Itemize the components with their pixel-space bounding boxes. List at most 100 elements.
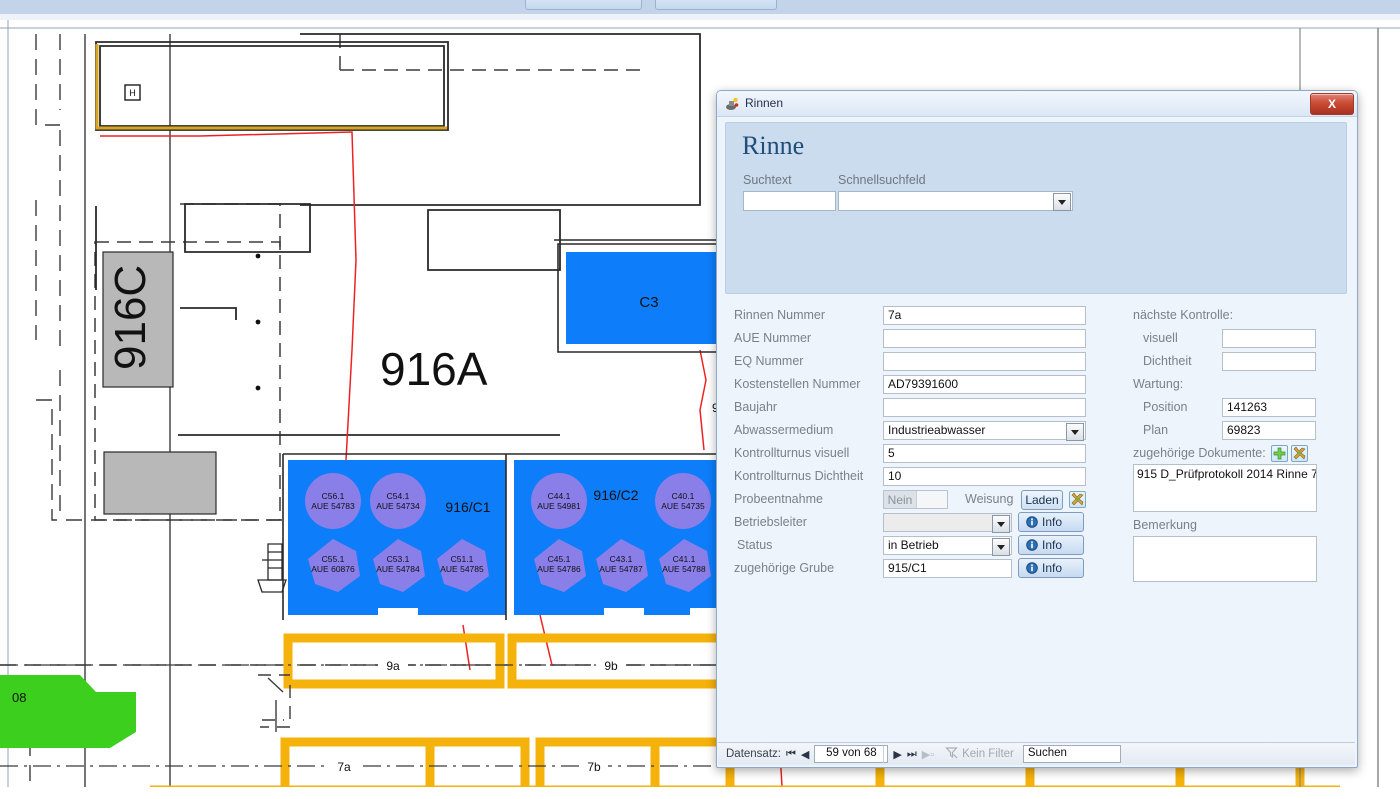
svg-text:C45.1: C45.1 <box>548 554 571 564</box>
laden-button[interactable]: Laden <box>1021 490 1063 510</box>
svg-text:AUE 54783: AUE 54783 <box>311 501 355 511</box>
field-position[interactable]: 141263 <box>1222 398 1316 417</box>
new-record-button[interactable]: ▶▫ <box>922 748 934 761</box>
naechste-kontrolle-label: nächste Kontrolle: <box>1133 308 1234 322</box>
rinnen-dialog-window[interactable]: Rinnen X Rinne Suchtext Schnellsuchfeld … <box>716 90 1358 768</box>
field-label-kontrollturnus-visuell: Kontrollturnus visuell <box>734 446 850 460</box>
info-label: Info <box>1042 515 1063 529</box>
svg-text:AUE 60876: AUE 60876 <box>311 564 355 574</box>
last-record-button[interactable]: ⏭ <box>907 748 917 761</box>
svg-text:AUE 54981: AUE 54981 <box>537 501 581 511</box>
field-eq-nummer[interactable] <box>883 352 1086 371</box>
remove-document-icon[interactable] <box>1291 445 1308 462</box>
field-kontrollturnus-visuell[interactable]: 5 <box>883 444 1086 463</box>
svg-text:C41.1: C41.1 <box>673 554 696 564</box>
svg-text:AUE 54788: AUE 54788 <box>662 564 706 574</box>
map-block-gray <box>103 451 217 515</box>
filter-label: Kein Filter <box>962 748 1014 760</box>
field-label-eq-nummer: EQ Nummer <box>734 354 804 368</box>
record-navigator[interactable]: Datensatz: ⏮ ◀ 59 von 68 ▶ ⏭ ▶▫ Kein Fil… <box>718 742 1355 765</box>
field-abwassermedium-combobox[interactable]: Industrieabwasser <box>883 421 1086 441</box>
ribbon-button-2[interactable] <box>655 0 777 10</box>
probeentnahme-state: Nein <box>884 491 917 508</box>
field-label-plan: Plan <box>1143 423 1169 437</box>
bemerkung-label: Bemerkung <box>1133 518 1197 532</box>
map-green-area <box>0 675 136 748</box>
info-icon <box>1026 516 1038 528</box>
chevron-down-icon[interactable] <box>992 515 1010 533</box>
field-label-kontrollturnus-dichtheit: Kontrollturnus Dichtheit <box>734 469 864 483</box>
wartung-label: Wartung: <box>1133 377 1184 391</box>
field-label-dichtheit: Dichtheit <box>1143 354 1192 368</box>
field-visuell[interactable] <box>1222 329 1316 348</box>
svg-text:C44.1: C44.1 <box>548 491 571 501</box>
suchtext-input[interactable] <box>743 191 836 211</box>
documents-list[interactable]: 915 D_Prüfprotokoll 2014 Rinne 7 <box>1133 464 1317 512</box>
schnellsuchfeld-combobox[interactable] <box>838 191 1073 211</box>
map-label-916c1: 916/C1 <box>445 499 490 515</box>
field-probeentnahme-toggle[interactable]: Nein <box>883 490 948 509</box>
application-ribbon-strip <box>0 0 1400 20</box>
field-kontrollturnus-dichtheit[interactable]: 10 <box>883 467 1086 486</box>
svg-text:C54.1: C54.1 <box>387 491 410 501</box>
field-label-abwassermedium: Abwassermedium <box>734 423 834 437</box>
chevron-down-icon[interactable] <box>1053 193 1071 211</box>
field-plan[interactable]: 69823 <box>1222 421 1316 440</box>
map-label-7a: 7a <box>337 760 351 774</box>
field-aue-nummer[interactable] <box>883 329 1086 348</box>
field-label-kostenstellen-nummer: Kostenstellen Nummer <box>734 377 861 391</box>
svg-text:C43.1: C43.1 <box>610 554 633 564</box>
info-button-status[interactable]: Info <box>1018 535 1084 555</box>
filter-status[interactable]: Kein Filter <box>945 746 1014 762</box>
field-dichtheit[interactable] <box>1222 352 1316 371</box>
list-item[interactable]: 915 D_Prüfprotokoll 2014 Rinne 7 <box>1134 465 1316 483</box>
filter-icon <box>945 746 958 762</box>
bemerkung-textarea[interactable] <box>1133 536 1317 582</box>
info-button-grube[interactable]: Info <box>1018 558 1084 578</box>
previous-record-button[interactable]: ◀ <box>801 748 809 761</box>
field-kostenstellen-nummer[interactable]: AD79391600 <box>883 375 1086 394</box>
svg-text:C53.1: C53.1 <box>387 554 410 564</box>
field-label-baujahr: Baujahr <box>734 400 778 414</box>
info-label: Info <box>1042 561 1063 575</box>
field-label-aue-nummer: AUE Nummer <box>734 331 812 345</box>
svg-text:C40.1: C40.1 <box>672 491 695 501</box>
map-label-916a: 916A <box>380 343 488 395</box>
map-label-9b: 9b <box>604 659 618 673</box>
info-icon <box>1026 539 1038 551</box>
svg-text:C56.1: C56.1 <box>322 491 345 501</box>
first-record-button[interactable]: ⏮ <box>786 748 796 761</box>
svg-text:C51.1: C51.1 <box>451 554 474 564</box>
field-label-zugehoerige-grube: zugehörige Grube <box>734 561 835 575</box>
field-betriebsleiter-combobox[interactable] <box>883 513 1012 533</box>
field-zugehoerige-grube[interactable]: 915/C1 <box>883 559 1012 578</box>
rinne-form: Rinnen Nummer AUE Nummer EQ Nummer Koste… <box>725 296 1345 594</box>
suchtext-label: Suchtext <box>743 173 792 187</box>
info-icon <box>1026 562 1038 574</box>
add-document-icon[interactable] <box>1271 445 1288 462</box>
svg-text:AUE 54784: AUE 54784 <box>376 564 420 574</box>
record-label: Datensatz: <box>726 748 781 760</box>
dialog-title: Rinnen <box>745 96 784 110</box>
ribbon-button-1[interactable] <box>525 0 642 10</box>
svg-text:AUE 54735: AUE 54735 <box>661 501 705 511</box>
navigator-divider <box>883 746 884 763</box>
chevron-down-icon[interactable] <box>1066 423 1084 441</box>
dialog-titlebar[interactable]: Rinnen X <box>717 91 1357 117</box>
svg-text:AUE 54734: AUE 54734 <box>376 501 420 511</box>
info-button-betriebsleiter[interactable]: Info <box>1018 512 1084 532</box>
svg-text:AUE 54787: AUE 54787 <box>599 564 643 574</box>
next-record-button[interactable]: ▶ <box>893 748 901 761</box>
field-status-combobox[interactable]: in Betrieb <box>883 536 1012 556</box>
map-label-c3: C3 <box>639 294 658 311</box>
search-input[interactable]: Suchen <box>1022 745 1121 763</box>
record-position[interactable]: 59 von 68 <box>814 745 889 763</box>
field-label-visuell: visuell <box>1143 331 1178 345</box>
field-baujahr[interactable] <box>883 398 1086 417</box>
page-title: Rinne <box>742 131 805 160</box>
close-button[interactable]: X <box>1310 93 1354 115</box>
delete-weisung-icon[interactable] <box>1069 491 1086 508</box>
chevron-down-icon[interactable] <box>992 538 1010 556</box>
field-rinnen-nummer[interactable]: 7a <box>883 306 1086 325</box>
dokumente-label: zugehörige Dokumente: <box>1133 446 1266 460</box>
